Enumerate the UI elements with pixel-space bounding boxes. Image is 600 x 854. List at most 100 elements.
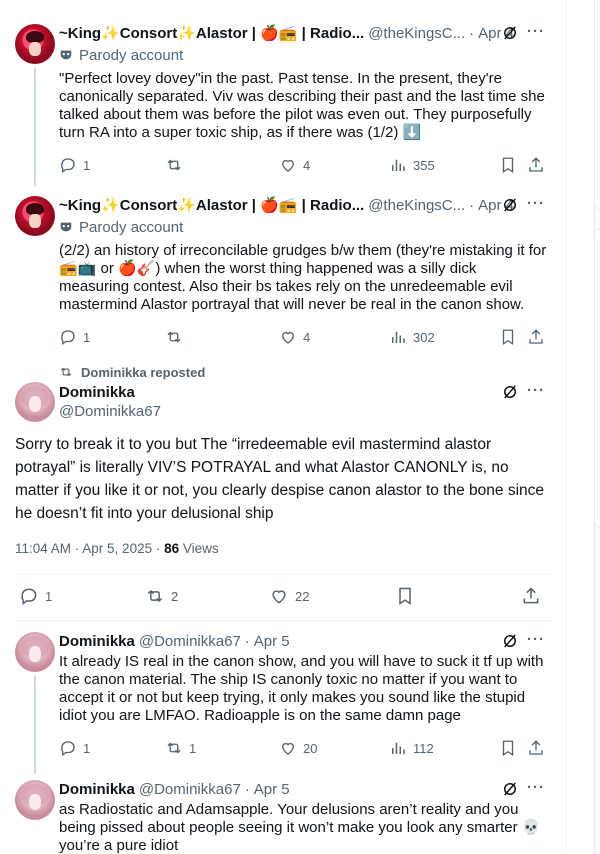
display-name[interactable]: Dominikka — [59, 384, 135, 401]
avatar[interactable] — [15, 382, 55, 422]
tweet-meta: 11:04 AM · Apr 5, 2025 · 86 Views — [15, 541, 219, 556]
repost-button[interactable] — [165, 327, 189, 347]
more-icon[interactable]: ··· — [527, 631, 545, 648]
reply-count: 1 — [83, 157, 91, 173]
tweet-actions: 1 2 22 — [15, 586, 551, 610]
reply-button[interactable]: 1 — [59, 327, 90, 347]
tweet-text: as Radiostatic and Adamsapple. Your delu… — [59, 801, 541, 854]
reply-button[interactable]: 1 — [19, 586, 52, 606]
grok-icon[interactable] — [501, 196, 519, 214]
share-button[interactable] — [521, 586, 541, 606]
more-icon[interactable]: ··· — [527, 195, 545, 212]
repost-count: 2 — [171, 588, 179, 604]
grok-icon[interactable] — [501, 632, 519, 650]
views-count: 112 — [413, 740, 434, 756]
like-button[interactable]: 4 — [279, 155, 310, 175]
reply-button[interactable]: 1 — [59, 738, 90, 758]
sidebar-card-edge — [594, 228, 600, 528]
repost-button[interactable] — [165, 155, 189, 175]
reply-tweet[interactable]: Dominikka @Dominikka67 · Apr 5 ··· It al… — [0, 620, 566, 774]
timestamp[interactable]: 11:04 AM · Apr 5, 2025 · — [15, 541, 164, 556]
bookmark-icon — [502, 329, 514, 346]
bookmark-button[interactable] — [395, 586, 415, 606]
reply-button[interactable]: 1 — [59, 155, 90, 175]
avatar[interactable] — [15, 24, 55, 64]
handle[interactable]: @theKingsC... — [368, 25, 465, 42]
like-button[interactable]: 20 — [279, 738, 317, 758]
bookmark-button[interactable] — [499, 327, 517, 347]
views-label: Views — [179, 541, 219, 556]
reply-count: 1 — [45, 588, 53, 604]
handle[interactable]: @Dominikka67 — [139, 633, 241, 650]
more-icon[interactable]: ··· — [527, 23, 545, 40]
like-button[interactable]: 4 — [279, 327, 310, 347]
bookmark-icon — [502, 740, 514, 757]
parody-label: Parody account — [59, 218, 183, 236]
grok-icon[interactable] — [501, 780, 519, 798]
mask-icon — [60, 50, 72, 60]
grok-icon[interactable] — [501, 383, 519, 401]
tweet-date[interactable]: Apr 5 — [254, 781, 290, 798]
tweet-text: Sorry to break it to you but The “irrede… — [15, 436, 545, 522]
avatar[interactable] — [15, 196, 55, 236]
repost-button[interactable]: 2 — [145, 586, 178, 606]
author-name: Dominikka — [59, 382, 135, 402]
views-button[interactable]: 355 — [389, 155, 435, 175]
parody-label: Parody account — [59, 46, 183, 64]
views-count: 86 — [164, 541, 180, 556]
tweet[interactable]: ~King✨Consort✨Alastor | 🍎📻 | Radio... @t… — [0, 184, 566, 356]
display-name[interactable]: ~King✨Consort✨Alastor | 🍎📻 | Radio... — [59, 24, 364, 42]
more-icon[interactable]: ··· — [527, 382, 545, 399]
tweet-header: Dominikka @Dominikka67 · Apr 5 — [59, 631, 290, 651]
divider — [15, 574, 551, 575]
bookmark-icon — [399, 587, 411, 605]
views-button[interactable]: 302 — [389, 327, 435, 347]
tweet[interactable]: ~King✨Consort✨Alastor | 🍎📻 | Radio... @t… — [0, 0, 566, 186]
mask-icon — [60, 222, 72, 232]
views-icon — [392, 742, 405, 754]
share-button[interactable] — [527, 738, 545, 758]
repost-icon — [147, 589, 163, 603]
bookmark-button[interactable] — [499, 738, 517, 758]
like-button[interactable]: 22 — [269, 586, 309, 606]
column-border — [566, 0, 567, 854]
repost-icon — [167, 742, 181, 754]
author-handle: @Dominikka67 — [59, 402, 161, 420]
bookmark-button[interactable] — [499, 155, 517, 175]
display-name[interactable]: Dominikka — [59, 633, 135, 650]
handle[interactable]: @Dominikka67 — [59, 403, 161, 420]
tweet-text: (2/2) an history of irreconcilable grudg… — [59, 242, 547, 313]
display-name[interactable]: Dominikka — [59, 781, 135, 798]
reply-icon — [61, 330, 75, 346]
separator-dot: · — [469, 196, 475, 214]
sidebar-edge — [594, 0, 600, 854]
tweet-date[interactable]: Apr 5 — [254, 633, 290, 650]
repost-button[interactable]: 1 — [165, 738, 196, 758]
more-icon[interactable]: ··· — [527, 779, 545, 796]
avatar[interactable] — [15, 632, 55, 672]
heart-icon — [282, 159, 294, 172]
share-icon — [523, 587, 539, 604]
tweet-actions: 1 4 302 — [59, 327, 549, 347]
repost-icon — [167, 331, 181, 343]
repost-icon — [167, 159, 181, 171]
share-icon — [529, 329, 543, 344]
separator-dot: · — [244, 632, 250, 650]
handle[interactable]: @Dominikka67 — [139, 781, 241, 798]
repost-banner[interactable]: Dominikka reposted — [59, 364, 205, 380]
views-count: 355 — [413, 157, 435, 173]
display-name[interactable]: ~King✨Consort✨Alastor | 🍎📻 | Radio... — [59, 196, 364, 214]
reply-count: 1 — [83, 740, 91, 756]
views-button[interactable]: 112 — [389, 738, 434, 758]
share-button[interactable] — [527, 155, 545, 175]
grok-icon[interactable] — [501, 24, 519, 42]
like-count: 4 — [303, 329, 311, 345]
repost-icon — [60, 367, 72, 377]
share-icon — [529, 740, 543, 755]
share-button[interactable] — [527, 327, 545, 347]
reply-tweet[interactable]: Dominikka @Dominikka67 · Apr 5 ··· as Ra… — [0, 768, 566, 854]
tweet-actions: 1 4 355 — [59, 155, 549, 175]
avatar[interactable] — [15, 780, 55, 820]
reply-icon — [61, 158, 75, 174]
handle[interactable]: @theKingsC... — [368, 197, 465, 214]
